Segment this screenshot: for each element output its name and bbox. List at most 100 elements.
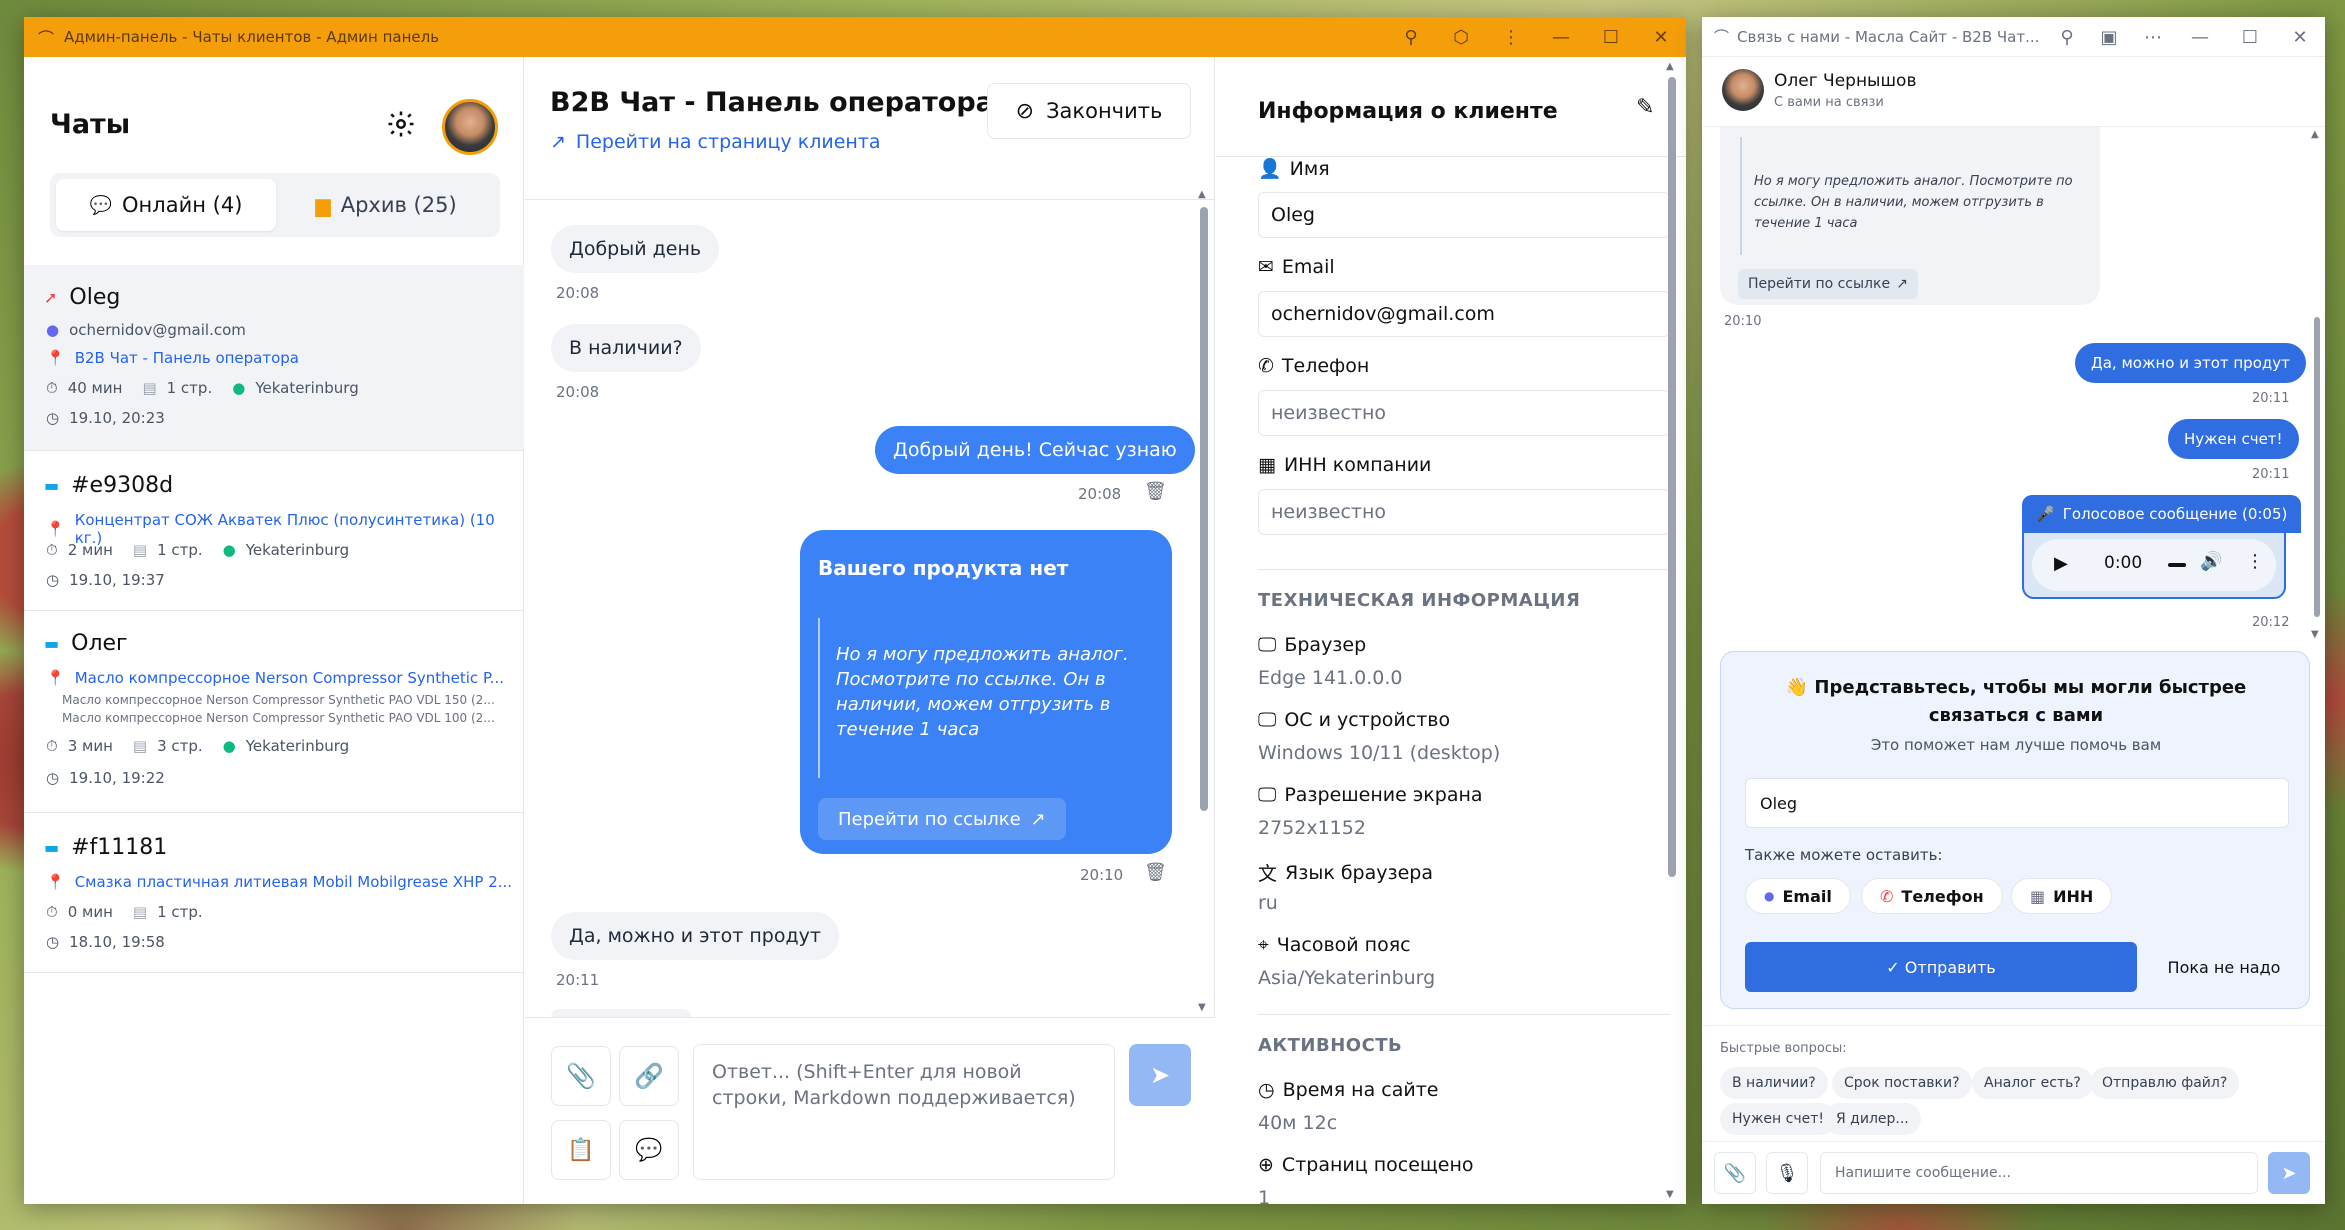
phone-label: ✆ Телефон — [1258, 355, 1369, 377]
scroll-down-icon[interactable]: ▼ — [1666, 1189, 1674, 1200]
widget-header: Олег Чернышов С вами на связи — [1702, 57, 2325, 127]
timezone-label-text: Часовой пояс — [1276, 934, 1411, 956]
delete-icon[interactable]: 🗑 — [1144, 862, 1167, 883]
admin-titlebar[interactable]: ⌒ Админ-панель - Чаты клиентов - Админ п… — [24, 17, 1686, 57]
delete-icon[interactable]: 🗑 — [1144, 481, 1167, 502]
client-page-link[interactable]: ↗ Перейти на страницу клиента — [550, 131, 881, 153]
message-time: 20:11 — [2252, 391, 2290, 406]
tab-archive[interactable]: ▆ Архив (25) — [276, 179, 496, 231]
external-link-icon: ↗ — [1896, 276, 1908, 292]
templates-button[interactable]: 📋 — [551, 1120, 611, 1180]
chat-subpage-2: Масло компрессорное Nerson Compressor Sy… — [62, 711, 495, 725]
intro-name-input[interactable]: Oleg — [1745, 778, 2289, 828]
language-label: 文 Язык браузера — [1258, 859, 1433, 886]
audio-more-icon[interactable]: ⋮ — [2246, 551, 2264, 572]
paperclip-icon: 📎 — [566, 1062, 596, 1090]
reply-input[interactable]: Ответ... (Shift+Enter для новой строки, … — [693, 1044, 1115, 1180]
settings-icon[interactable] — [386, 109, 416, 139]
edit-icon[interactable]: ✎ — [1636, 95, 1654, 120]
chat-time: 18.10, 19:58 — [69, 933, 165, 951]
audio-progress[interactable] — [2168, 563, 2186, 567]
scroll-up-icon[interactable]: ▲ — [2311, 129, 2319, 140]
phone-field[interactable]: неизвестно — [1258, 390, 1670, 436]
quick-replies-button[interactable]: 💬 — [619, 1120, 679, 1180]
maximize-icon[interactable]: ☐ — [1586, 27, 1636, 48]
tab-online[interactable]: 💬 Онлайн (4) — [56, 179, 276, 231]
chat-scrollbar[interactable] — [1200, 207, 1208, 811]
tech-section-title: ТЕХНИЧЕСКАЯ ИНФОРМАЦИЯ — [1258, 590, 1581, 611]
widget-scrollbar[interactable] — [2314, 317, 2320, 617]
globe-icon: ● — [222, 737, 236, 755]
pin-icon: 📍 — [46, 349, 65, 367]
email-field[interactable]: ochernidov@gmail.com — [1258, 291, 1670, 337]
zoom-icon[interactable]: ⚲ — [2047, 27, 2087, 48]
quick-question[interactable]: Аналог есть? — [1972, 1067, 2093, 1099]
operator-avatar — [1722, 69, 1764, 111]
maximize-icon[interactable]: ☐ — [2225, 27, 2275, 48]
chip-email[interactable]: ● Email — [1745, 878, 1851, 914]
scroll-up-icon[interactable]: ▲ — [1666, 61, 1674, 72]
wave-icon: 👋 — [1785, 677, 1809, 698]
intro-send-button[interactable]: ✓ Отправить — [1745, 942, 2137, 992]
more-icon[interactable]: ⋯ — [2131, 27, 2175, 48]
widget-send-button[interactable]: ➤ — [2268, 1152, 2310, 1194]
chat-name: Oleg — [69, 285, 121, 310]
chat-item-oleg-ru[interactable]: ▬ Олег 📍 Масло компрессорное Nerson Comp… — [24, 611, 524, 813]
play-icon[interactable]: ▶ — [2054, 553, 2068, 574]
pin-icon: 📍 — [46, 873, 65, 891]
resolution-label-text: Разрешение экрана — [1284, 784, 1483, 806]
quick-question[interactable]: Срок поставки? — [1832, 1067, 1972, 1099]
widget-titlebar[interactable]: ⌒ Связь с нами - Масла Сайт - B2B Чат...… — [1702, 17, 2325, 57]
quick-question[interactable]: Нужен счет! — [1720, 1103, 1836, 1135]
browser-value: Edge 141.0.0.0 — [1258, 667, 1403, 689]
clock-icon: ◷ — [46, 571, 60, 589]
intro-later-button[interactable]: Пока не надо — [2151, 942, 2297, 992]
operator-avatar[interactable] — [442, 99, 498, 155]
chat-pages: 1 стр. — [157, 903, 203, 921]
close-icon[interactable]: ✕ — [2275, 27, 2325, 48]
scroll-down-icon[interactable]: ▼ — [2311, 629, 2319, 640]
os-label: 🖵 ОС и устройство — [1258, 709, 1450, 731]
send-button[interactable]: ➤ — [1129, 1044, 1191, 1106]
link-icon: 🔗 — [634, 1062, 664, 1090]
divider — [1258, 569, 1670, 570]
name-field[interactable]: Oleg — [1258, 192, 1670, 238]
screen-icon[interactable]: ▣ — [2087, 27, 2131, 48]
quick-question[interactable]: В наличии? — [1720, 1067, 1828, 1099]
scroll-up-icon[interactable]: ▲ — [1198, 189, 1206, 200]
finish-button[interactable]: ⊘ Закончить — [987, 83, 1191, 139]
chip-phone[interactable]: ✆ Телефон — [1861, 878, 2003, 914]
widget-window: ⌒ Связь с нами - Масла Сайт - B2B Чат...… — [1702, 17, 2325, 1204]
chat-item-e9308d[interactable]: ▬ #e9308d 📍 Концентрат СОЖ Акватек Плюс … — [24, 451, 524, 611]
chat-item-oleg[interactable]: ➚ Oleg ● ochernidov@gmail.com 📍 B2B Чат … — [24, 265, 524, 451]
inn-field[interactable]: неизвестно — [1258, 489, 1670, 535]
minimize-icon[interactable]: — — [1536, 27, 1586, 48]
scroll-down-icon[interactable]: ▼ — [1198, 1002, 1206, 1013]
intro-title: 👋 Представьтесь, чтобы мы могли быстрее … — [1741, 674, 2291, 730]
attach-button[interactable]: 📎 — [551, 1046, 611, 1106]
widget-link-button[interactable]: Перейти по ссылке ↗ — [1738, 269, 1918, 299]
widget-message-input[interactable]: Напишите сообщение... — [1820, 1152, 2258, 1194]
quick-question[interactable]: Отправлю файл? — [2090, 1067, 2240, 1099]
minimize-icon[interactable]: — — [2175, 27, 2225, 48]
chat-email: ochernidov@gmail.com — [69, 321, 246, 339]
resolution-value: 2752x1152 — [1258, 817, 1366, 839]
card-link-button[interactable]: Перейти по ссылке ↗ — [818, 798, 1066, 840]
chip-inn[interactable]: ▦ ИНН — [2011, 878, 2113, 914]
close-icon[interactable]: ✕ — [1636, 27, 1686, 48]
quick-question[interactable]: Я дилер... — [1824, 1103, 1921, 1135]
chat-page: Смазка пластичная литиевая Mobil Mobilgr… — [74, 873, 513, 891]
chat-item-f11181[interactable]: ▬ #f11181 📍 Смазка пластичная литиевая M… — [24, 813, 524, 973]
chat-pages: 1 стр. — [157, 541, 203, 559]
more-icon[interactable]: ⋮ — [1486, 27, 1536, 48]
widget-voice-button[interactable]: 🎙 — [1766, 1152, 1808, 1194]
intro-subtitle: Это поможет нам лучше помочь вам — [1870, 736, 2162, 754]
phone-icon: ✆ — [1258, 355, 1274, 377]
volume-icon[interactable]: 🔊 — [2200, 551, 2222, 572]
widget-attach-button[interactable]: 📎 — [1714, 1152, 1756, 1194]
operator-status: С вами на связи — [1774, 95, 1884, 110]
extensions-icon[interactable]: ⬡ — [1436, 27, 1486, 48]
info-scrollbar[interactable] — [1668, 77, 1676, 877]
link-button[interactable]: 🔗 — [619, 1046, 679, 1106]
zoom-icon[interactable]: ⚲ — [1386, 27, 1436, 48]
